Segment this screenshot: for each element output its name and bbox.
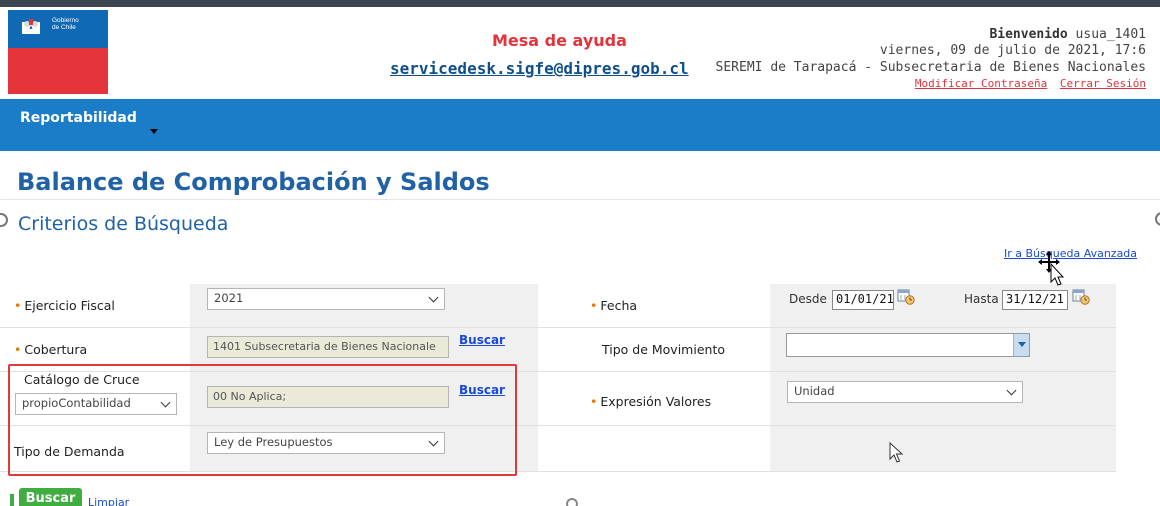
ejercicio-fiscal-select[interactable]: 2021 [207, 288, 445, 310]
tipo-movimiento-select[interactable] [786, 333, 1030, 357]
nav-bar: Reportabilidad [0, 99, 1160, 151]
gobierno-logo: Gobierno de Chile [8, 10, 108, 94]
caret-down-icon[interactable] [150, 129, 158, 134]
advanced-search-link[interactable]: Ir a Búsqueda Avanzada [1004, 247, 1137, 260]
helpdesk-title: Mesa de ayuda [492, 31, 627, 50]
welcome-label: Bienvenido [989, 27, 1068, 42]
calendar-icon[interactable] [897, 288, 915, 305]
clear-link[interactable]: Limpiar [88, 496, 129, 506]
required-mark: • [590, 394, 598, 409]
header: Gobierno de Chile Mesa de ayuda serviced… [0, 7, 1160, 99]
change-password-link[interactable]: Modificar Contraseña [915, 77, 1047, 90]
hasta-label: Hasta [964, 292, 999, 306]
row4-label2-cell [538, 426, 770, 472]
expresion-valores-label: • Expresión Valores [590, 394, 712, 409]
title-divider [0, 199, 1160, 200]
helpdesk-email-link[interactable]: servicedesk.sigfe@dipres.gob.cl [390, 59, 689, 78]
cobertura-search-link[interactable]: Buscar [459, 333, 505, 347]
tipo-movimiento-label: Tipo de Movimiento [602, 342, 725, 357]
circle-icon [566, 498, 578, 506]
fecha-label: • Fecha [590, 298, 638, 313]
collapse-right-icon [1155, 212, 1160, 226]
logo-text-1: Gobierno [52, 17, 79, 24]
move-cursor-icon [1038, 251, 1065, 286]
required-mark: • [590, 298, 598, 313]
logout-link[interactable]: Cerrar Sesión [1060, 77, 1146, 90]
chevron-down-icon [1006, 385, 1017, 396]
row4-value2-cell [770, 426, 1116, 472]
cobertura-label: • Cobertura [14, 342, 88, 357]
highlight-box [8, 364, 517, 476]
menu-reportabilidad[interactable]: Reportabilidad [20, 110, 137, 126]
required-mark: • [14, 342, 22, 357]
page-title: Balance de Comprobación y Saldos [17, 168, 490, 196]
cobertura-input[interactable]: 1401 Subsecretaria de Bienes Nacionale [207, 336, 449, 358]
desde-date-input[interactable]: 01/01/21 [832, 290, 894, 310]
session-date: viernes, 09 de julio de 2021, 17:6 [879, 43, 1146, 58]
section-title: Criterios de Búsqueda [18, 213, 229, 235]
calendar-icon[interactable] [1072, 288, 1090, 305]
user-info: Bienvenido usua_1401 viernes, 09 de juli… [716, 27, 1146, 90]
ejercicio-fiscal-label: • Ejercicio Fiscal [14, 298, 115, 313]
logo-text-2: de Chile [52, 24, 76, 31]
dropdown-arrow-icon[interactable] [1013, 334, 1029, 356]
collapse-left-icon [0, 213, 8, 227]
hasta-date-input[interactable]: 31/12/21 [1002, 290, 1068, 310]
chevron-down-icon [428, 292, 439, 303]
row1-label2-cell [538, 284, 770, 328]
organization-name: SEREMI de Tarapacá - Subsecretaria de Bi… [715, 60, 1146, 75]
username: usua_1401 [1075, 27, 1146, 42]
desde-label: Desde [789, 292, 827, 306]
expresion-valores-select[interactable]: Unidad [787, 381, 1023, 403]
crest-icon [22, 19, 40, 34]
left-accent [10, 494, 14, 506]
search-button[interactable]: Buscar [19, 488, 82, 506]
pointer-cursor-icon [889, 442, 904, 463]
top-border [0, 0, 1160, 7]
required-mark: • [14, 298, 22, 313]
